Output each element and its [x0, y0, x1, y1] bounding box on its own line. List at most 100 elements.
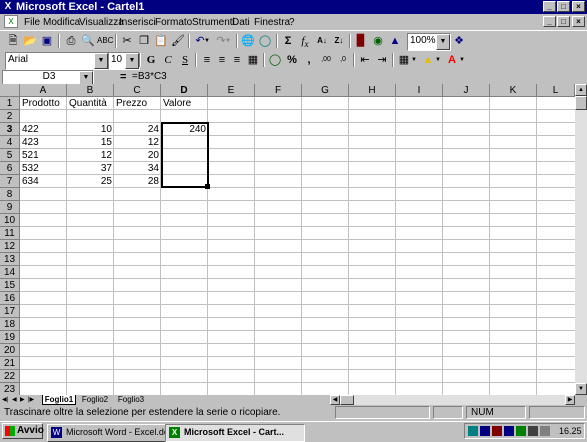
row-header-11[interactable]: 11 — [0, 227, 20, 240]
new-icon[interactable]: 🗎 — [5, 33, 21, 49]
doc-close-button[interactable]: × — [572, 16, 585, 27]
prev-sheet-icon[interactable]: ◀ — [12, 395, 17, 405]
cell-c3[interactable]: 24 — [114, 123, 161, 136]
align-right-icon[interactable]: ≡ — [229, 52, 245, 68]
row-header-5[interactable]: 5 — [0, 149, 20, 162]
column-header-l[interactable]: L — [537, 84, 575, 97]
autosum-icon[interactable]: Σ — [280, 33, 296, 49]
percent-icon[interactable]: % — [284, 52, 300, 68]
chart-wizard-icon[interactable]: ▉ — [353, 33, 369, 49]
office-assistant-icon[interactable]: ❖ — [451, 33, 467, 49]
next-sheet-icon[interactable]: ▶ — [20, 395, 25, 405]
sheet-tab-foglio1[interactable]: Foglio1 — [42, 395, 76, 405]
menu-inserisci[interactable]: Inserisci — [119, 16, 156, 29]
chevron-down-icon[interactable]: ▼ — [94, 53, 108, 69]
cell-a1[interactable]: Prodotto — [20, 97, 67, 110]
row-header-16[interactable]: 16 — [0, 292, 20, 305]
tray-network-icon[interactable] — [480, 426, 490, 436]
italic-button[interactable]: C — [160, 52, 176, 68]
menu-strumenti[interactable]: Strumenti — [192, 16, 235, 29]
column-header-e[interactable]: E — [208, 84, 255, 97]
minimize-button[interactable]: _ — [543, 1, 556, 12]
cell-a7[interactable]: 634 — [20, 175, 67, 188]
bold-button[interactable]: G — [143, 52, 159, 68]
tray-speaker-icon[interactable] — [528, 426, 538, 436]
horizontal-scrollbar[interactable]: ◀ ▶ — [330, 395, 575, 405]
close-button[interactable]: × — [572, 1, 585, 12]
workbook-icon[interactable]: X — [4, 15, 18, 28]
row-header-10[interactable]: 10 — [0, 214, 20, 227]
column-header-f[interactable]: F — [255, 84, 302, 97]
align-left-icon[interactable]: ≡ — [199, 52, 215, 68]
print-preview-icon[interactable]: 🔍 — [80, 33, 96, 49]
last-sheet-icon[interactable]: |▶ — [28, 395, 34, 405]
tray-misc-icon[interactable] — [540, 426, 550, 436]
doc-restore-button[interactable]: □ — [557, 16, 570, 27]
menu-dati[interactable]: Dati — [232, 16, 250, 29]
h-scroll-thumb[interactable] — [340, 395, 354, 405]
menu-visualizza[interactable]: Visualizza — [79, 16, 124, 29]
row-header-22[interactable]: 22 — [0, 370, 20, 383]
menu-formato[interactable]: Formato — [155, 16, 192, 29]
save-icon[interactable]: ▣ — [39, 33, 55, 49]
row-header-13[interactable]: 13 — [0, 253, 20, 266]
format-painter-icon[interactable]: 🖌 — [170, 33, 186, 49]
fill-color-dropdown-icon[interactable]: ▼ — [434, 52, 442, 68]
column-header-b[interactable]: B — [67, 84, 114, 97]
comma-style-icon[interactable]: , — [301, 52, 317, 68]
merge-center-icon[interactable]: ▦ — [245, 52, 261, 68]
select-all-corner[interactable] — [0, 84, 20, 97]
map-icon[interactable]: ◉ — [370, 33, 386, 49]
row-header-4[interactable]: 4 — [0, 136, 20, 149]
column-header-d[interactable]: D — [161, 84, 208, 97]
menu-modifica[interactable]: Modifica — [43, 16, 80, 29]
row-header-12[interactable]: 12 — [0, 240, 20, 253]
open-icon[interactable]: 📂 — [22, 33, 38, 49]
menu-file[interactable]: File — [24, 16, 40, 29]
print-icon[interactable]: ⎙ — [63, 33, 79, 49]
cut-icon[interactable]: ✂ — [119, 33, 135, 49]
font-combo[interactable]: Arial ▼ — [5, 52, 109, 70]
cell-a6[interactable]: 532 — [20, 162, 67, 175]
sort-descending-icon[interactable]: Z↓ — [331, 33, 347, 49]
tray-monitor-icon[interactable] — [468, 426, 478, 436]
vertical-scrollbar[interactable]: ▲ ▼ — [575, 84, 587, 395]
restore-button[interactable]: □ — [557, 1, 570, 12]
cell-b1[interactable]: Quantità — [67, 97, 114, 110]
function-icon[interactable]: fx — [297, 33, 313, 49]
column-header-k[interactable]: K — [490, 84, 537, 97]
drawing-icon[interactable]: ▲ — [387, 33, 403, 49]
cell-d5[interactable] — [161, 149, 208, 162]
column-header-c[interactable]: C — [114, 84, 161, 97]
font-size-combo[interactable]: 10 ▼ — [108, 52, 140, 70]
row-header-15[interactable]: 15 — [0, 279, 20, 292]
taskbar-word-button[interactable]: W Microsoft Word - Excel.doc — [47, 424, 182, 442]
cell-c1[interactable]: Prezzo — [114, 97, 161, 110]
cell-d7[interactable] — [161, 175, 208, 188]
cell-d4[interactable] — [161, 136, 208, 149]
menu-finestra[interactable]: Finestra — [254, 16, 290, 29]
column-header-h[interactable]: H — [349, 84, 396, 97]
row-header-17[interactable]: 17 — [0, 305, 20, 318]
cell-a5[interactable]: 521 — [20, 149, 67, 162]
doc-minimize-button[interactable]: _ — [543, 16, 556, 27]
scroll-right-button[interactable]: ▶ — [565, 395, 575, 405]
taskbar-excel-button[interactable]: X Microsoft Excel - Cart... — [165, 424, 305, 442]
menu-help[interactable]: ? — [289, 16, 295, 29]
row-header-2[interactable]: 2 — [0, 110, 20, 123]
cell-c5[interactable]: 20 — [114, 149, 161, 162]
undo-dropdown-icon[interactable]: ▼ — [203, 33, 211, 49]
scroll-up-button[interactable]: ▲ — [575, 84, 587, 96]
tray-excel-icon[interactable] — [516, 426, 526, 436]
increase-indent-icon[interactable]: ⇥ — [374, 52, 390, 68]
row-header-19[interactable]: 19 — [0, 331, 20, 344]
scroll-thumb[interactable] — [575, 96, 587, 110]
formula-input[interactable]: =B3*C3 — [132, 70, 587, 84]
sheet-tab-foglio3[interactable]: Foglio3 — [114, 395, 148, 405]
scroll-down-button[interactable]: ▼ — [575, 383, 587, 395]
decrease-indent-icon[interactable]: ⇤ — [357, 52, 373, 68]
cell-b7[interactable]: 25 — [67, 175, 114, 188]
row-header-9[interactable]: 9 — [0, 201, 20, 214]
row-header-23[interactable]: 23 — [0, 383, 20, 395]
row-header-8[interactable]: 8 — [0, 188, 20, 201]
